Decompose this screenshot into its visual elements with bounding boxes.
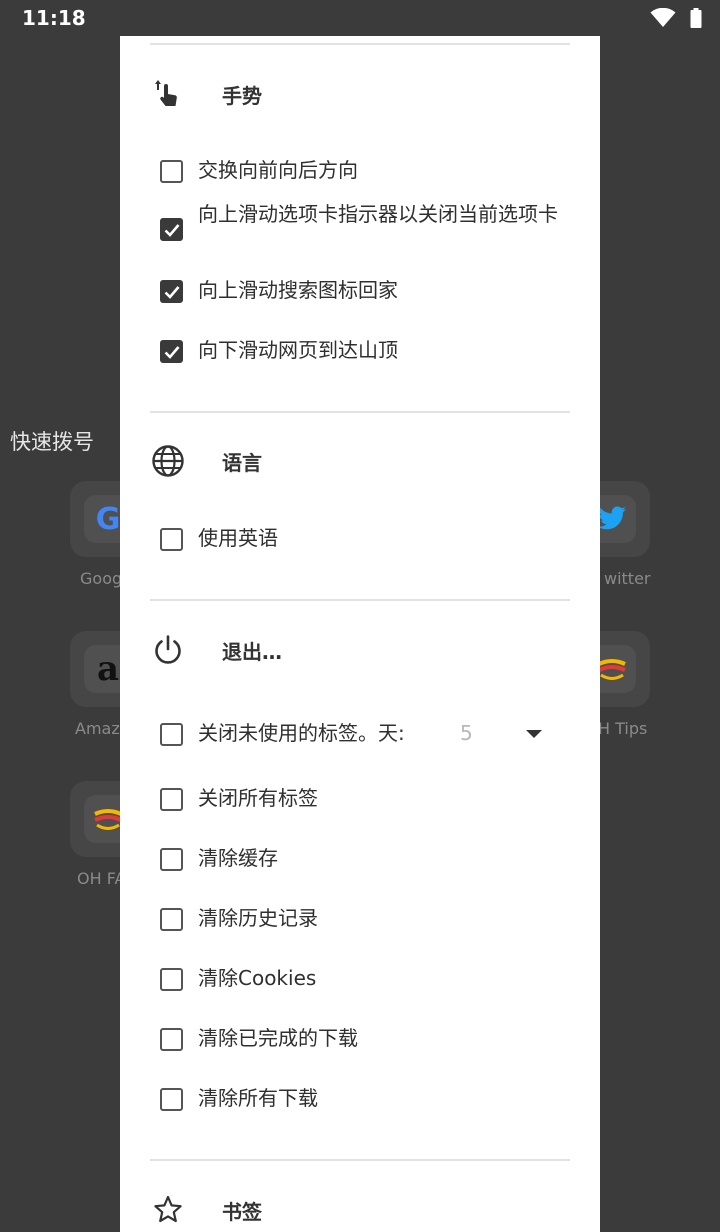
swipe-gesture-icon — [150, 76, 186, 112]
checkbox-label: 向上滑动选项卡指示器以关闭当前选项卡 — [198, 202, 558, 226]
tile-label: witter — [604, 569, 651, 588]
checkbox-clear-completed-downloads[interactable]: 清除已完成的下载 — [160, 1026, 560, 1053]
tile-label: Goog — [80, 569, 123, 588]
checkbox[interactable] — [160, 1088, 183, 1111]
divider — [150, 599, 570, 601]
checkbox-swipe-close-tab[interactable]: 向上滑动选项卡指示器以关闭当前选项卡 — [160, 202, 560, 241]
checkbox-label: 清除Cookies — [198, 966, 317, 990]
checkbox-swipe-down-top[interactable]: 向下滑动网页到达山顶 — [160, 338, 560, 365]
battery-icon — [690, 8, 702, 28]
checkbox[interactable] — [160, 788, 183, 811]
section-title-bookmarks: 书签 — [222, 1199, 262, 1224]
status-icons — [650, 8, 702, 28]
check-icon — [164, 345, 179, 359]
checkbox-swipe-search-home[interactable]: 向上滑动搜索图标回家 — [160, 278, 560, 305]
tile-label: Amaz — [75, 719, 120, 738]
checkbox-clear-cache[interactable]: 清除缓存 — [160, 846, 560, 873]
divider — [150, 411, 570, 413]
checkbox-close-all-tabs[interactable]: 关闭所有标签 — [160, 786, 560, 813]
divider — [150, 43, 570, 45]
checkbox-clear-history[interactable]: 清除历史记录 — [160, 906, 560, 933]
status-time: 11:18 — [22, 6, 86, 30]
checkbox-label: 向上滑动搜索图标回家 — [198, 278, 398, 302]
tile-label: OH FA — [77, 869, 126, 888]
days-select-value[interactable]: 5 — [460, 721, 473, 745]
check-icon — [164, 285, 179, 299]
section-exit: 退出… — [150, 630, 282, 670]
checkbox[interactable] — [160, 723, 183, 746]
checkbox[interactable] — [160, 1028, 183, 1051]
checkbox[interactable] — [160, 908, 183, 931]
wifi-icon — [650, 8, 676, 27]
checkbox-checked[interactable] — [160, 280, 183, 303]
status-bar: 11:18 — [0, 0, 720, 36]
checkbox-label: 使用英语 — [198, 526, 278, 550]
globe-icon — [150, 443, 186, 479]
star-icon — [150, 1192, 186, 1228]
checkbox[interactable] — [160, 528, 183, 551]
checkbox-label: 清除所有下载 — [198, 1086, 318, 1110]
checkbox-use-english[interactable]: 使用英语 — [160, 526, 560, 553]
section-title-gestures: 手势 — [222, 83, 262, 108]
checkbox-close-unused-tabs[interactable]: 关闭未使用的标签。天: — [160, 721, 560, 748]
checkbox-label: 交换向前向后方向 — [198, 158, 358, 182]
section-title-exit: 退出… — [222, 639, 282, 664]
checkbox[interactable] — [160, 968, 183, 991]
checkbox-checked[interactable] — [160, 340, 183, 363]
speed-dial-title: 快速拨号 — [10, 430, 94, 454]
checkbox-swap-direction[interactable]: 交换向前向后方向 — [160, 158, 560, 185]
checkbox-label: 向下滑动网页到达山顶 — [198, 338, 398, 362]
check-icon — [164, 223, 179, 237]
section-gestures: 手势 — [150, 74, 262, 114]
checkbox-label: 清除已完成的下载 — [198, 1026, 358, 1050]
checkbox-label: 关闭未使用的标签。天: — [198, 721, 405, 745]
divider — [150, 1159, 570, 1161]
checkbox-label: 清除缓存 — [198, 846, 278, 870]
power-icon — [150, 632, 186, 668]
section-bookmarks: 书签 — [150, 1190, 262, 1230]
checkbox-clear-all-downloads[interactable]: 清除所有下载 — [160, 1086, 560, 1113]
settings-dialog: 手势 交换向前向后方向 向上滑动选项卡指示器以关闭当前选项卡 向上滑动搜索图标回… — [120, 36, 600, 1232]
section-language: 语言 — [150, 441, 262, 481]
chevron-down-icon[interactable] — [526, 730, 542, 738]
section-title-language: 语言 — [222, 450, 262, 475]
tile-label: H Tips — [598, 719, 648, 738]
checkbox-clear-cookies[interactable]: 清除Cookies — [160, 966, 560, 993]
checkbox-checked[interactable] — [160, 218, 183, 241]
checkbox[interactable] — [160, 160, 183, 183]
checkbox-label: 清除历史记录 — [198, 906, 318, 930]
checkbox[interactable] — [160, 848, 183, 871]
checkbox-label: 关闭所有标签 — [198, 786, 318, 810]
